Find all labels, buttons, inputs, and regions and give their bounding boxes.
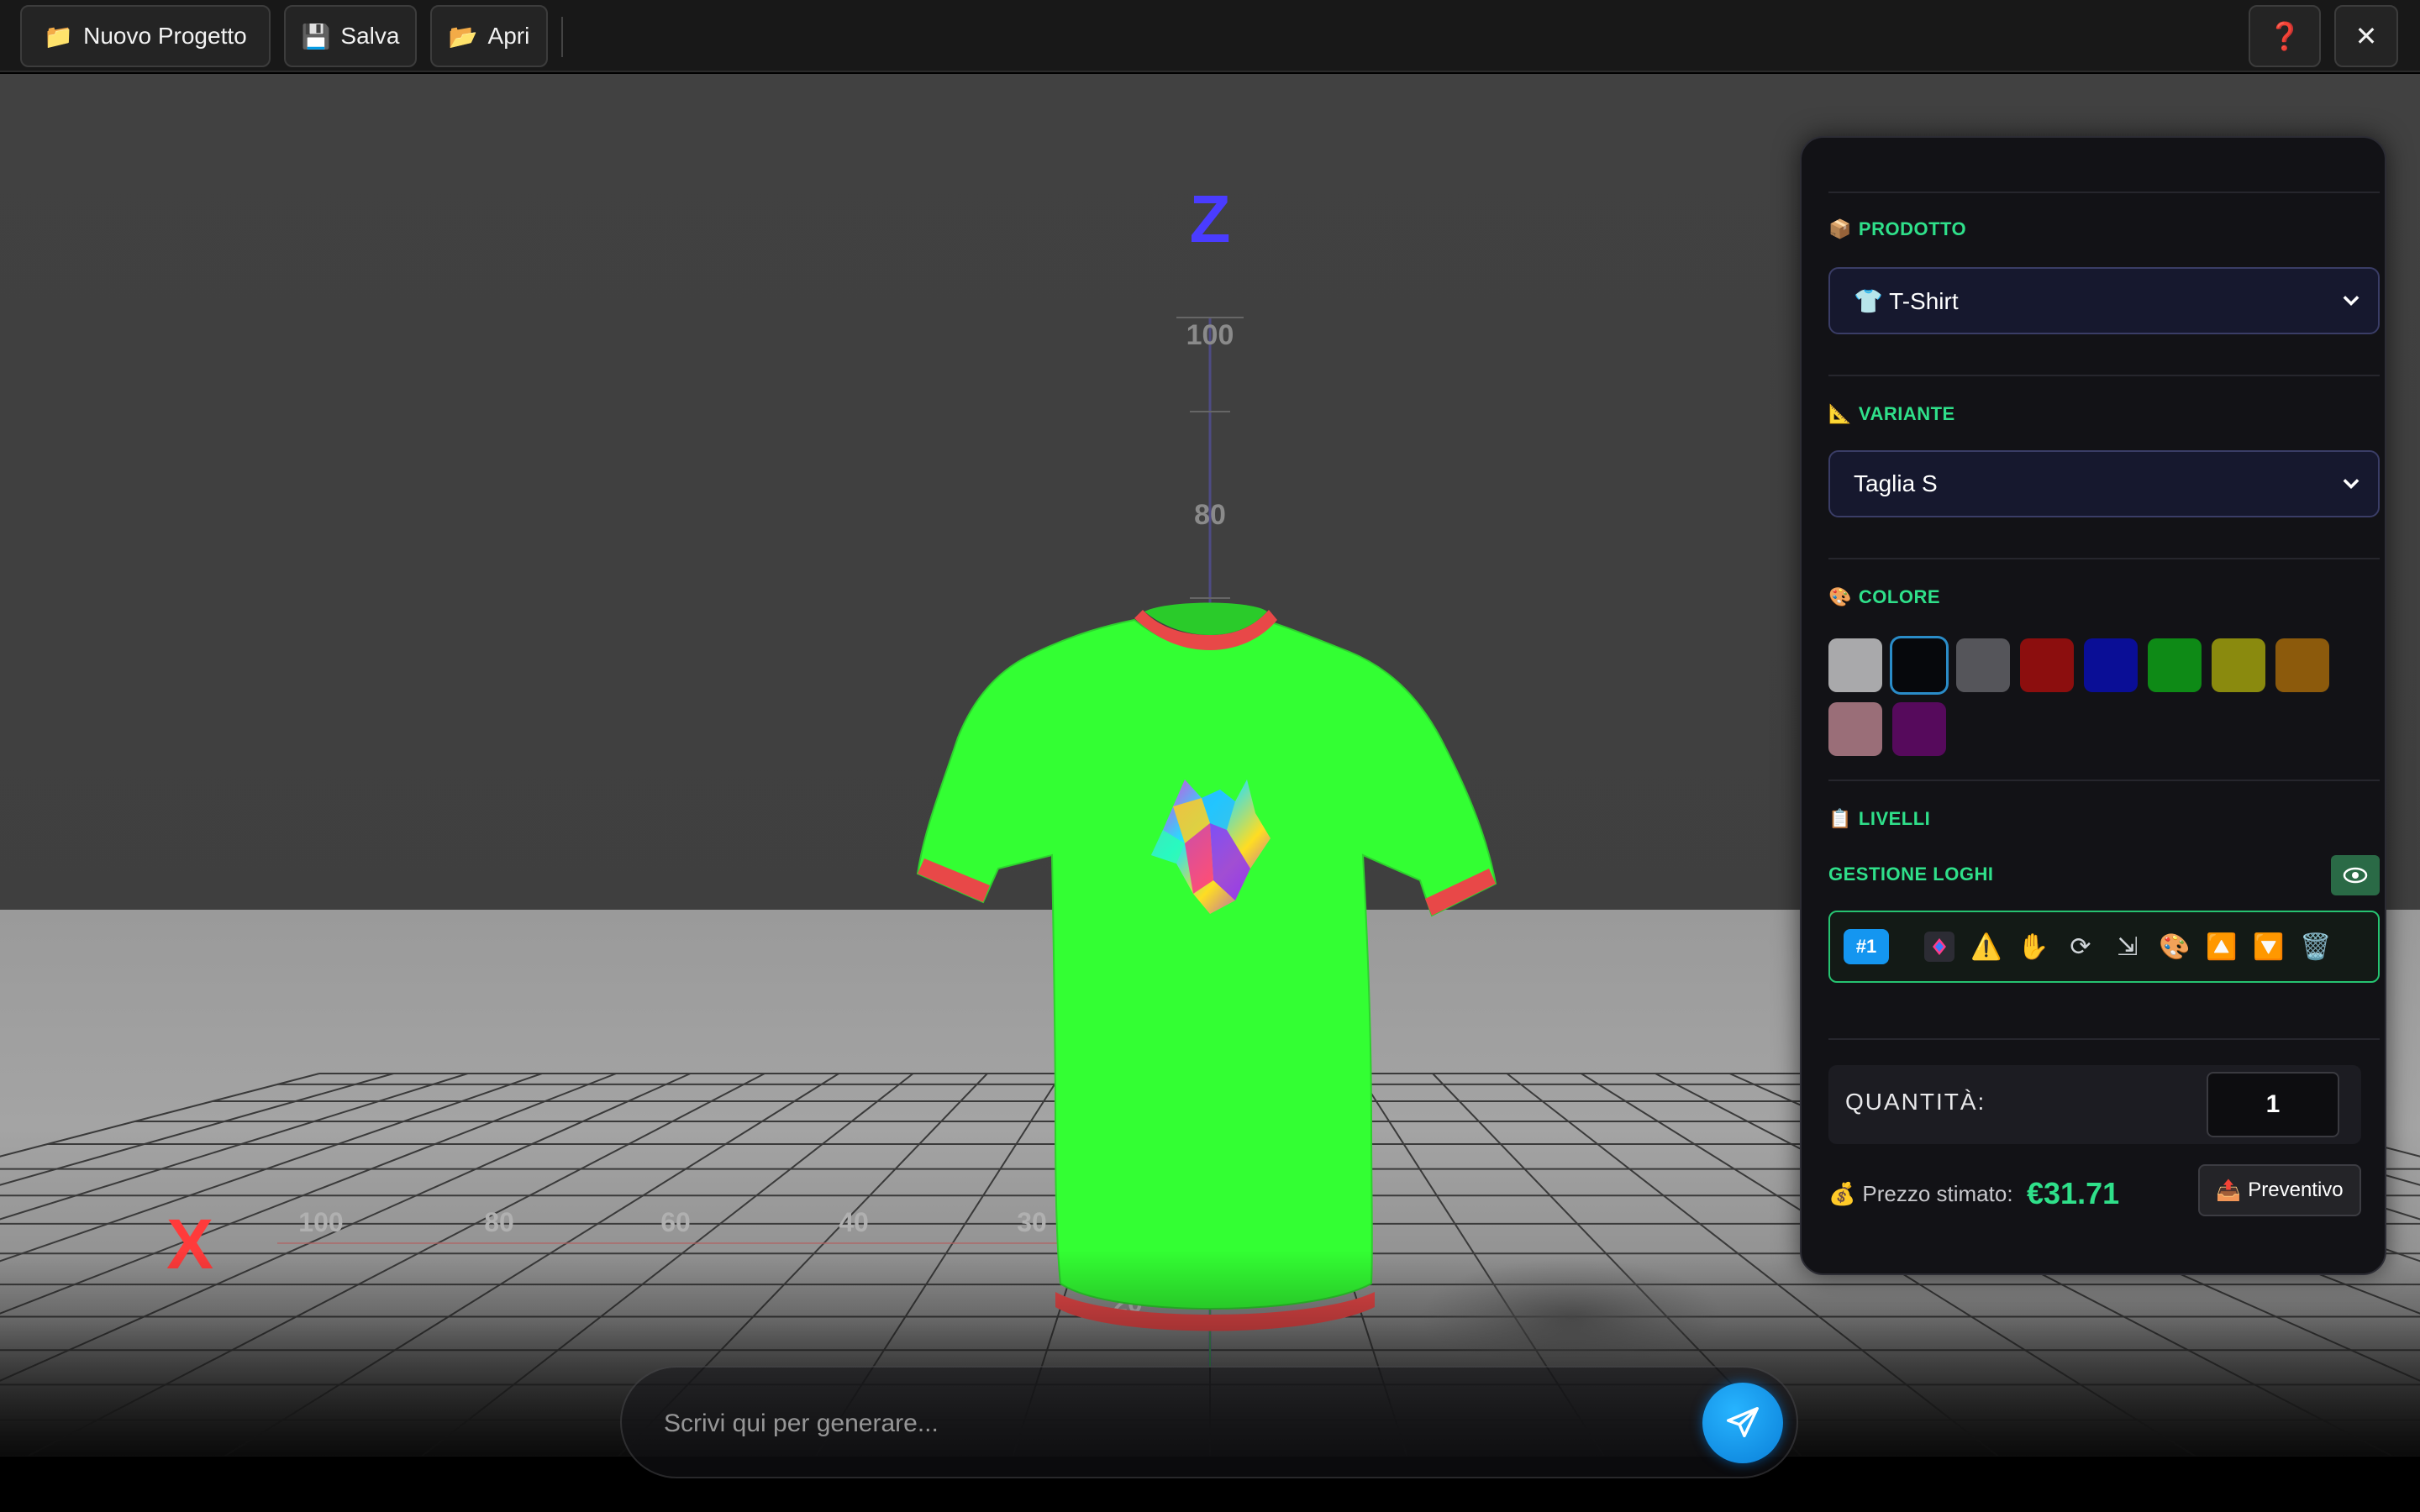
palette-icon: 🎨: [1828, 586, 1852, 607]
variant-select-value: Taglia S: [1854, 470, 1938, 496]
help-button[interactable]: ❓: [2249, 5, 2321, 67]
quantity-label: QUANTITÀ:: [1845, 1089, 1986, 1115]
product-select-value: 👕 T-Shirt: [1854, 287, 1959, 314]
x-tick-label: 80: [484, 1207, 514, 1237]
visibility-toggle-button[interactable]: [2331, 855, 2380, 895]
color-swatch[interactable]: [2084, 638, 2138, 692]
config-panel: 📦 PRODOTTO 👕 T-Shirt 📐 VARIANTE Taglia S…: [1800, 136, 2386, 1275]
layers-section-title: 📋 LIVELLI: [1828, 808, 1930, 830]
quantity-input[interactable]: [2207, 1072, 2339, 1137]
z-axis-label: Z: [1190, 181, 1231, 256]
logo-thumbnail-shape: [1924, 932, 1954, 962]
color-title-label: COLORE: [1858, 586, 1941, 607]
send-icon: [1727, 1407, 1759, 1438]
chevron-down-icon: [2343, 479, 2360, 489]
new-project-button[interactable]: 📁 Nuovo Progetto: [20, 5, 271, 67]
z-tick-label: 80: [1194, 499, 1226, 531]
money-bag-icon: 💰: [1828, 1181, 1856, 1206]
quantity-box: QUANTITÀ:: [1828, 1065, 2361, 1144]
estimated-price-text: Prezzo stimato:: [1862, 1181, 2013, 1206]
outbox-icon: 📤: [2216, 1179, 2242, 1202]
save-button[interactable]: 💾 Salva: [284, 5, 417, 67]
estimated-price-value: €31.71: [2027, 1176, 2120, 1210]
z-tick-label: 100: [1186, 319, 1234, 351]
move-down-icon[interactable]: 🔽: [2250, 927, 2287, 966]
variant-section-title: 📐 VARIANTE: [1828, 403, 1955, 425]
triangle-ruler-icon: 📐: [1828, 403, 1852, 424]
tshirt-body: [916, 618, 1497, 1310]
product-section-title: 📦 PRODOTTO: [1828, 218, 1966, 240]
logo-thumbnail-icon[interactable]: [1921, 927, 1958, 966]
panel-divider: [1828, 780, 2380, 781]
layer-number-badge: #1: [1844, 929, 1889, 964]
color-swatch[interactable]: [2212, 638, 2265, 692]
send-button[interactable]: [1702, 1383, 1783, 1463]
question-mark-icon: ❓: [2268, 21, 2302, 51]
variant-title-label: VARIANTE: [1858, 403, 1955, 424]
quote-label: Preventivo: [2248, 1179, 2344, 1201]
product-title-label: PRODOTTO: [1858, 218, 1967, 239]
hand-move-icon[interactable]: ✋: [2015, 927, 2052, 966]
estimated-price-label: 💰 Prezzo stimato:: [1828, 1181, 2013, 1207]
tshirt-model[interactable]: [916, 602, 1497, 1331]
move-up-icon[interactable]: 🔼: [2203, 927, 2240, 966]
warning-icon[interactable]: ⚠️: [1968, 927, 2005, 966]
color-swatch[interactable]: [1892, 702, 1946, 756]
open-folder-icon: 📂: [448, 23, 478, 50]
rotate-icon[interactable]: ⟳: [2062, 927, 2099, 966]
open-button[interactable]: 📂 Apri: [430, 5, 548, 67]
package-icon: 📦: [1828, 218, 1852, 239]
variant-select[interactable]: Taglia S: [1828, 450, 2380, 517]
panel-divider: [1828, 1038, 2380, 1040]
floppy-disk-icon: 💾: [301, 23, 331, 50]
price-row: 💰 Prezzo stimato: €31.71 📤 Preventivo: [1828, 1163, 2380, 1221]
color-swatch[interactable]: [1828, 638, 1882, 692]
close-button[interactable]: ✕: [2334, 5, 2398, 67]
prompt-bar: [620, 1366, 1798, 1478]
color-swatch[interactable]: [2275, 638, 2329, 692]
prompt-input[interactable]: [664, 1401, 1630, 1446]
color-swatch[interactable]: [2020, 638, 2074, 692]
panel-divider: [1828, 558, 2380, 559]
chevron-down-icon: [2343, 296, 2360, 306]
layers-title-label: LIVELLI: [1858, 808, 1931, 829]
open-label: Apri: [487, 23, 530, 49]
panel-divider: [1828, 192, 2380, 193]
eye-icon: [2343, 867, 2368, 884]
palette-icon[interactable]: 🎨: [2156, 927, 2193, 966]
x-tick-label: 100: [298, 1207, 343, 1237]
clipboard-icon: 📋: [1828, 808, 1852, 829]
logo-management-title: GESTIONE LOGHI: [1828, 864, 1993, 885]
color-swatch[interactable]: [1828, 702, 1882, 756]
x-tick-label: 40: [839, 1207, 869, 1237]
logo-layer-item[interactable]: #1 ⚠️ ✋ ⟳ ⇲ 🎨 🔼 🔽 🗑️: [1828, 911, 2380, 983]
quote-button[interactable]: 📤 Preventivo: [2198, 1164, 2361, 1216]
color-swatch[interactable]: [1892, 638, 1946, 692]
color-section-title: 🎨 COLORE: [1828, 586, 1940, 608]
close-icon: ✕: [2354, 21, 2378, 51]
x-tick-label: 60: [660, 1207, 691, 1237]
logo-management-label: GESTIONE LOGHI: [1828, 864, 1994, 885]
x-tick-label: 30: [1017, 1207, 1047, 1237]
toolbar-divider: [561, 17, 563, 57]
trash-icon[interactable]: 🗑️: [2297, 927, 2334, 966]
color-swatch[interactable]: [1956, 638, 2010, 692]
resize-icon[interactable]: ⇲: [2109, 927, 2146, 966]
new-project-label: Nuovo Progetto: [83, 23, 247, 49]
color-swatch[interactable]: [2148, 638, 2202, 692]
panel-divider: [1828, 375, 2380, 376]
folder-icon: 📁: [44, 23, 74, 50]
top-toolbar: 📁 Nuovo Progetto 💾 Salva 📂 Apri ❓ ✕: [0, 0, 2420, 72]
product-select[interactable]: 👕 T-Shirt: [1828, 267, 2380, 334]
save-label: Salva: [340, 23, 400, 49]
